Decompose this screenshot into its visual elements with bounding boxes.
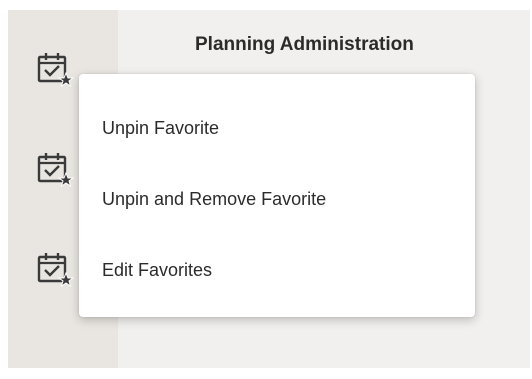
calendar-check-star-icon xyxy=(37,53,74,88)
calendar-check-star-icon xyxy=(37,153,74,188)
page-title: Planning Administration xyxy=(195,34,414,55)
favorite-context-menu: Unpin Favorite Unpin and Remove Favorite… xyxy=(79,74,475,317)
favorite-calendar-icon-1[interactable] xyxy=(36,50,74,88)
unpin-and-remove-favorite-menu-item[interactable]: Unpin and Remove Favorite xyxy=(102,189,326,210)
app-frame: Planning Administration Unpin Favorite U… xyxy=(0,0,532,379)
favorite-calendar-icon-3[interactable] xyxy=(36,250,74,288)
edit-favorites-menu-item[interactable]: Edit Favorites xyxy=(102,260,212,281)
calendar-check-star-icon xyxy=(37,253,74,288)
unpin-favorite-menu-item[interactable]: Unpin Favorite xyxy=(102,118,219,139)
favorite-calendar-icon-2[interactable] xyxy=(36,150,74,188)
